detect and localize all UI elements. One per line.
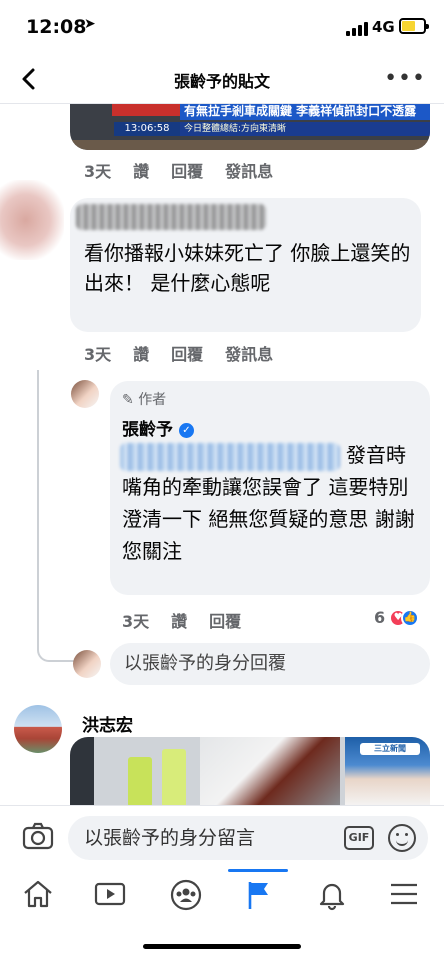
avatar[interactable] <box>0 180 64 260</box>
reaction-summary[interactable]: 6 ♥ 👍 <box>374 608 420 627</box>
avatar[interactable] <box>14 705 62 753</box>
like-button[interactable]: 讚 <box>133 158 149 182</box>
watch-icon <box>94 882 126 906</box>
reply-actions: 3天 讚 回覆 <box>122 608 263 632</box>
header: 張齡予的貼文 ••• <box>0 52 444 104</box>
video-ticker: 今日整體總結:方向東清晰 <box>180 122 430 136</box>
news-logo: 三立新聞 <box>360 743 420 755</box>
video-headline: 有無拉手剎車成關鍵 李義祥偵訊封口不透露 <box>180 102 430 120</box>
battery-icon <box>399 18 429 34</box>
bell-icon <box>319 883 345 911</box>
comment-time: 3天 <box>122 612 150 631</box>
reply-input[interactable]: 以張齡予的身分回覆 <box>110 643 430 685</box>
comment-input[interactable]: 以張齡予的身分留言 <box>68 816 428 860</box>
groups-icon <box>170 879 202 911</box>
tab-pages[interactable] <box>228 869 288 919</box>
tab-home[interactable] <box>8 875 68 919</box>
location-arrow-icon: ➤ <box>84 16 96 32</box>
message-button[interactable]: 發訊息 <box>225 341 273 365</box>
reply-button[interactable]: 回覆 <box>171 158 203 182</box>
reply-author-name[interactable]: 張齡予 ✓ <box>122 415 194 440</box>
tab-notifications[interactable] <box>302 875 362 919</box>
reply-button[interactable]: 回覆 <box>171 341 203 365</box>
comment-bubble: 看你播報小妹妹死亡了 你臉上還笑的出來！ 是什麼心態呢 <box>70 198 421 332</box>
signal-icon <box>346 22 368 36</box>
network-label: 4G <box>372 18 395 36</box>
reply-bubble: ✎ 作者 張齡予 ✓ 發音時 嘴角的牽動讓您誤會了 這要特別澄清一下 絕無您質疑的… <box>110 381 430 595</box>
gif-icon[interactable]: GIF <box>344 826 374 850</box>
reply-text: 嘴角的牽動讓您誤會了 這要特別澄清一下 絕無您質疑的意思 謝謝您關注 <box>122 475 415 563</box>
emoji-icon[interactable] <box>388 824 416 852</box>
reaction-count: 6 <box>374 608 386 627</box>
verified-icon: ✓ <box>179 423 194 438</box>
blurred-mention-tag <box>120 443 340 471</box>
home-icon <box>24 880 52 908</box>
message-button[interactable]: 發訊息 <box>225 158 273 182</box>
comment-time: 3天 <box>84 162 112 181</box>
like-icon: 👍 <box>401 608 420 627</box>
bottom-tab-bar <box>0 867 444 960</box>
like-button[interactable]: 讚 <box>171 608 187 632</box>
video-thumbnail[interactable]: 三立新聞 <box>70 737 430 807</box>
more-icon[interactable]: ••• <box>384 66 426 91</box>
thread-line <box>37 370 75 662</box>
pencil-icon: ✎ <box>122 392 134 408</box>
home-indicator <box>143 944 301 949</box>
tab-menu[interactable] <box>374 875 434 919</box>
comment-actions: 3天 讚 回覆 發訊息 <box>84 158 295 182</box>
like-button[interactable]: 讚 <box>133 341 149 365</box>
page-title: 張齡予的貼文 <box>173 72 270 91</box>
reply-button[interactable]: 回覆 <box>209 608 241 632</box>
pages-flag-icon <box>248 882 268 909</box>
comment-text: 看你播報小妹妹死亡了 你臉上還笑的出來！ 是什麼心態呢 <box>84 241 411 295</box>
commenter-name[interactable]: 洪志宏 <box>82 711 133 736</box>
status-bar: 12:08 ➤ 4G <box>0 0 444 52</box>
comment-composer: 以張齡予的身分留言 GIF <box>0 805 444 867</box>
author-avatar[interactable] <box>71 380 99 408</box>
tab-watch[interactable] <box>80 875 140 919</box>
video-clock: 13:06:58 <box>114 122 180 136</box>
menu-icon <box>391 883 417 905</box>
reply-text-lead: 發音時 <box>346 443 406 467</box>
tab-groups[interactable] <box>156 875 216 919</box>
video-thumbnail-top[interactable]: 有無拉手剎車成關鍵 李義祥偵訊封口不透露 13:06:58 今日整體總結:方向東… <box>70 98 430 150</box>
blurred-commenter-name <box>76 204 266 230</box>
author-avatar <box>73 650 101 678</box>
camera-icon[interactable] <box>22 822 54 850</box>
comment-actions: 3天 讚 回覆 發訊息 <box>84 341 295 365</box>
comment-time: 3天 <box>84 345 112 364</box>
status-time: 12:08 <box>26 16 87 38</box>
author-badge: ✎ 作者 <box>122 392 167 408</box>
